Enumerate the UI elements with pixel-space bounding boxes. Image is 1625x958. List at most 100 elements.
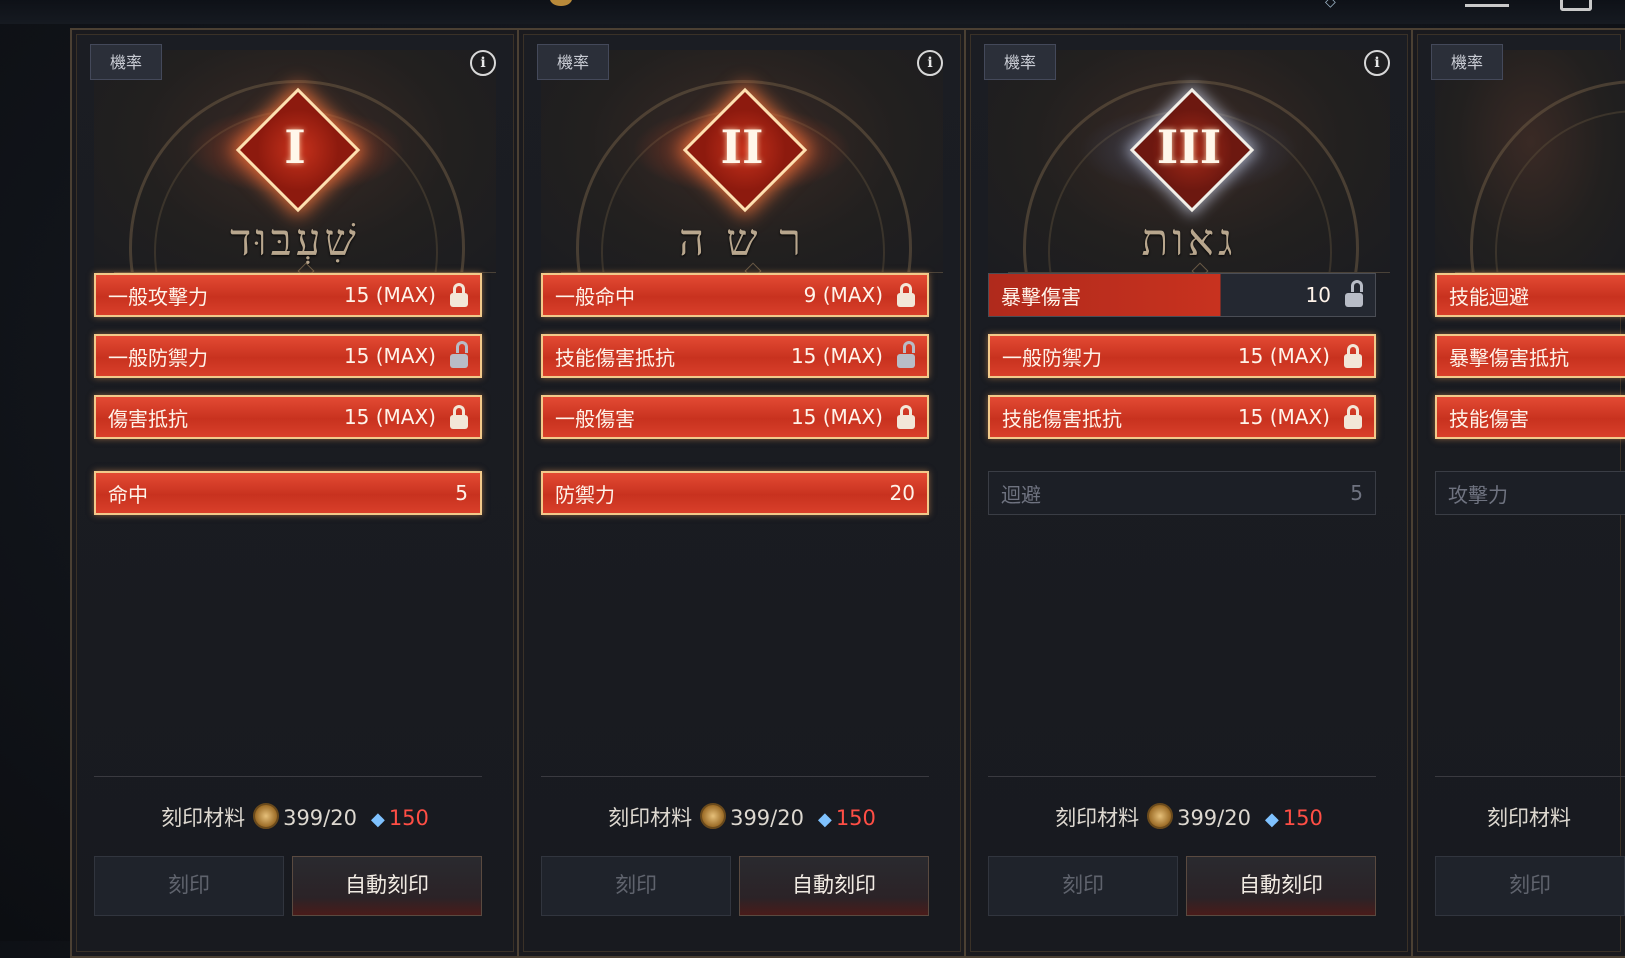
extra-stat-row: 迴避 5 <box>988 471 1376 515</box>
engrave-card-4: 機率 技能迴避 暴擊傷害抵抗 技能傷害 攻擊力 刻印材料 刻印 <box>1411 28 1625 958</box>
info-icon[interactable]: i <box>917 50 943 76</box>
unlock-icon[interactable] <box>897 341 915 368</box>
extra-stat-row: 攻擊力 <box>1435 471 1625 515</box>
stat-name: 一般防禦力 <box>108 345 208 370</box>
stat-name: 暴擊傷害 <box>1001 284 1081 309</box>
stat-row[interactable]: 技能傷害 <box>1435 395 1625 439</box>
stat-row[interactable]: 一般防禦力 15 (MAX) <box>988 334 1376 378</box>
probability-button[interactable]: 機率 <box>984 44 1056 80</box>
material-coin-icon <box>253 803 280 829</box>
engrave-button[interactable]: 刻印 <box>1435 856 1625 916</box>
unlock-icon[interactable] <box>1345 280 1363 307</box>
card-emblem: III גאות <box>988 50 1390 280</box>
stat-row[interactable]: 傷害抵抗 15 (MAX) <box>94 395 482 439</box>
engrave-button[interactable]: 刻印 <box>988 856 1178 916</box>
material-count: 399/20 <box>730 806 804 830</box>
stat-value: 10 <box>1305 283 1331 307</box>
auto-engrave-button[interactable]: 自動刻印 <box>739 856 929 916</box>
material-label: 刻印材料 <box>161 806 246 830</box>
menu-icon[interactable] <box>1465 0 1509 7</box>
gem-cost: 150 <box>388 806 429 830</box>
stat-name: 迴避 <box>1001 482 1041 507</box>
material-label: 刻印材料 <box>608 806 693 830</box>
stat-value: 5 <box>455 481 468 505</box>
lock-icon[interactable] <box>897 283 915 307</box>
material-cost: 刻印材料 <box>1487 802 1571 832</box>
unlock-icon[interactable] <box>450 341 468 368</box>
diamond-icon: ◇ <box>1325 0 1336 10</box>
stat-value: 9 (MAX) <box>803 283 883 307</box>
info-icon[interactable]: i <box>1364 50 1390 76</box>
gem-icon: ◆ <box>817 809 832 830</box>
rune-title: שִׁעְבּוּד <box>230 215 360 266</box>
top-bar: ◇ <box>0 0 1625 24</box>
stat-value: 15 (MAX) <box>790 344 883 368</box>
stat-value: 15 (MAX) <box>1237 405 1330 429</box>
gem-icon: ◆ <box>370 809 385 830</box>
material-label: 刻印材料 <box>1487 806 1571 830</box>
engrave-button[interactable]: 刻印 <box>541 856 731 916</box>
card-emblem: I שִׁעְבּוּד <box>94 50 496 280</box>
stat-name: 技能傷害 <box>1449 406 1529 431</box>
info-icon[interactable]: i <box>470 50 496 76</box>
stat-row[interactable]: 暴擊傷害抵抗 <box>1435 334 1625 378</box>
card-emblem <box>1435 50 1625 280</box>
stat-name: 一般傷害 <box>555 406 635 431</box>
card-numeral: II <box>720 120 764 174</box>
stat-row[interactable]: 一般命中 9 (MAX) <box>541 273 929 317</box>
material-count: 399/20 <box>283 806 357 830</box>
extra-stat-row: 命中 5 <box>94 471 482 515</box>
stat-value: 15 (MAX) <box>343 405 436 429</box>
material-cost: 刻印材料 399/20 ◆ 150 <box>966 802 1412 832</box>
probability-button[interactable]: 機率 <box>90 44 162 80</box>
lock-icon[interactable] <box>897 405 915 429</box>
gold-icon <box>550 0 572 6</box>
stat-row[interactable]: 一般攻擊力 15 (MAX) <box>94 273 482 317</box>
card-numeral: I <box>284 120 306 174</box>
stat-name: 攻擊力 <box>1448 482 1508 507</box>
rune-title: גאות <box>1141 215 1237 266</box>
bag-icon[interactable] <box>1560 0 1592 11</box>
stat-row[interactable]: 暴擊傷害 10 <box>988 273 1376 317</box>
stat-name: 命中 <box>108 482 148 507</box>
engrave-card-2: II ר ש ה 機率 i 一般命中 9 (MAX) 技能傷害抵抗 15 (MA… <box>517 28 967 958</box>
rune-title: ר ש ה <box>678 215 806 266</box>
stat-value: 20 <box>889 481 915 505</box>
material-coin-icon <box>1147 803 1174 829</box>
material-cost: 刻印材料 399/20 ◆ 150 <box>519 802 965 832</box>
gem-cost: 150 <box>835 806 876 830</box>
engrave-card-1: I שִׁעְבּוּד 機率 i 一般攻擊力 15 (MAX) 一般防禦力 1… <box>70 28 520 958</box>
engrave-card-3: III גאות 機率 i 暴擊傷害 10 一般防禦力 15 (MAX) 技能傷… <box>964 28 1414 958</box>
stat-name: 一般攻擊力 <box>108 284 208 309</box>
stat-name: 技能傷害抵抗 <box>1002 406 1122 431</box>
gem-cost: 150 <box>1282 806 1323 830</box>
stat-name: 一般防禦力 <box>1002 345 1102 370</box>
material-coin-icon <box>700 803 727 829</box>
lock-icon[interactable] <box>1344 405 1362 429</box>
stat-row[interactable]: 技能傷害抵抗 15 (MAX) <box>988 395 1376 439</box>
extra-stat-row: 防禦力 20 <box>541 471 929 515</box>
gem-icon: ◆ <box>1264 809 1279 830</box>
card-emblem: II ר ש ה <box>541 50 943 280</box>
stat-row[interactable]: 技能迴避 <box>1435 273 1625 317</box>
stat-value: 15 (MAX) <box>790 405 883 429</box>
material-cost: 刻印材料 399/20 ◆ 150 <box>72 802 518 832</box>
material-count: 399/20 <box>1177 806 1251 830</box>
card-numeral: III <box>1156 120 1222 174</box>
probability-button[interactable]: 機率 <box>1431 44 1503 80</box>
stat-row[interactable]: 一般防禦力 15 (MAX) <box>94 334 482 378</box>
lock-icon[interactable] <box>1344 344 1362 368</box>
stat-name: 技能傷害抵抗 <box>555 345 675 370</box>
stat-row[interactable]: 一般傷害 15 (MAX) <box>541 395 929 439</box>
lock-icon[interactable] <box>450 405 468 429</box>
stat-value: 15 (MAX) <box>1237 344 1330 368</box>
stat-value: 15 (MAX) <box>343 283 436 307</box>
probability-button[interactable]: 機率 <box>537 44 609 80</box>
auto-engrave-button[interactable]: 自動刻印 <box>1186 856 1376 916</box>
stat-name: 傷害抵抗 <box>108 406 188 431</box>
stat-value: 5 <box>1350 481 1363 505</box>
engrave-button[interactable]: 刻印 <box>94 856 284 916</box>
lock-icon[interactable] <box>450 283 468 307</box>
stat-row[interactable]: 技能傷害抵抗 15 (MAX) <box>541 334 929 378</box>
auto-engrave-button[interactable]: 自動刻印 <box>292 856 482 916</box>
